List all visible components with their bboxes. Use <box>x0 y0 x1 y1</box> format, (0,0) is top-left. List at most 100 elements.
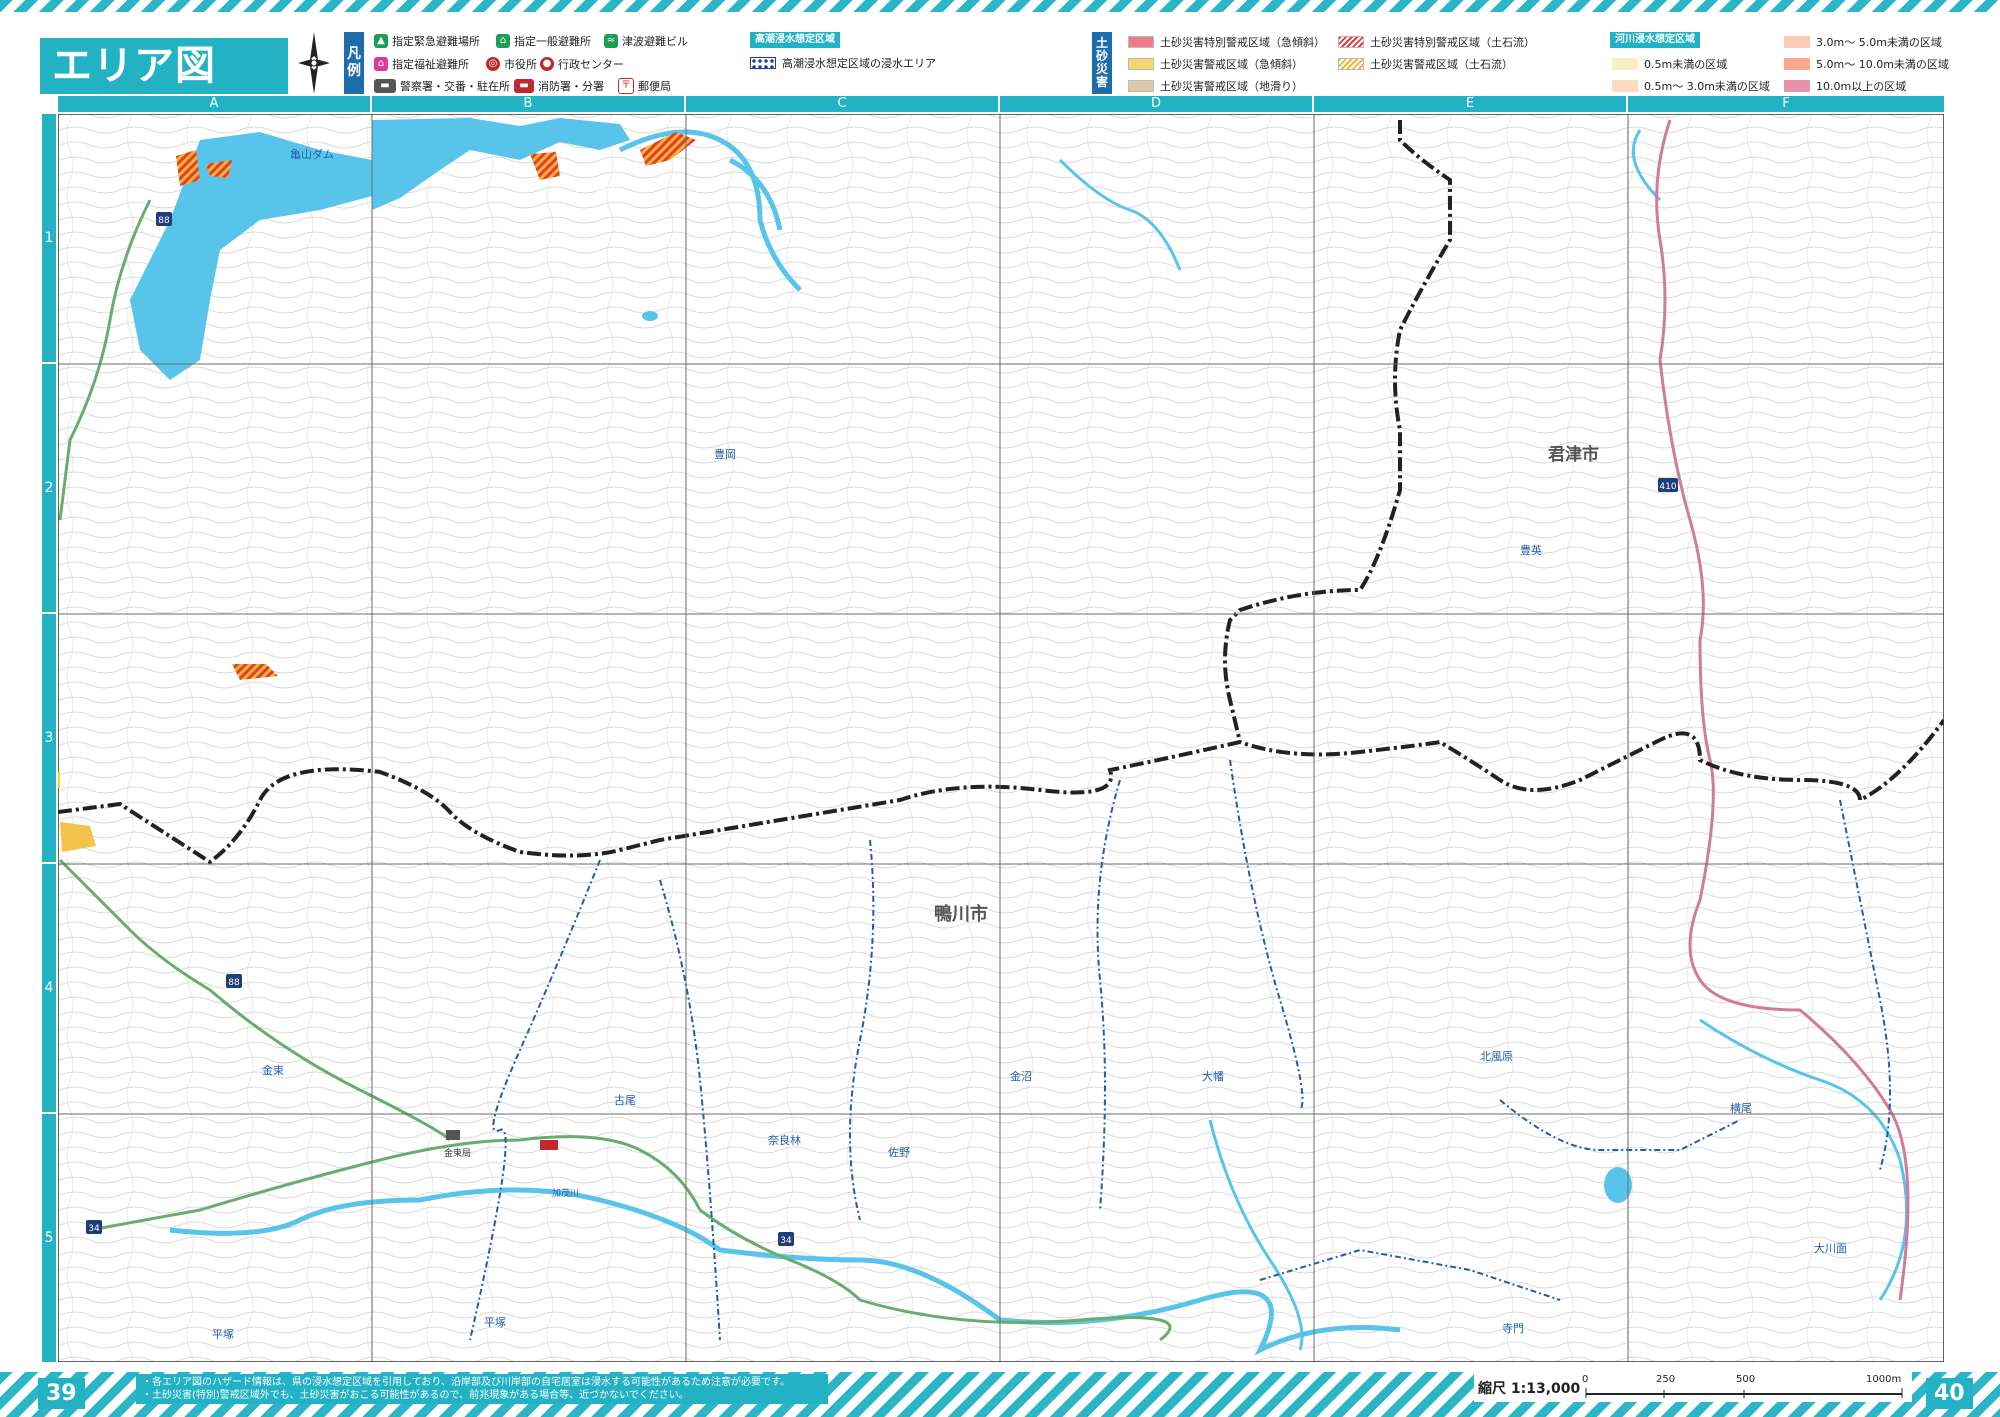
fire-station-icon: ▬ <box>514 79 534 93</box>
legend-flood-05-3: 0.5m～ 3.0m未満の区域 <box>1612 78 1770 94</box>
flood-5-10-swatch <box>1784 58 1810 70</box>
legend-landslide-special-steep: 土砂災害特別警戒区域（急傾斜） <box>1128 34 1325 50</box>
grid-column-d: D <box>1000 96 1314 112</box>
landslide-zone-a1 <box>176 150 200 186</box>
legend-label: 凡例 <box>344 32 364 94</box>
label-dam: 亀山ダム <box>290 147 334 161</box>
svg-text:34: 34 <box>88 1224 100 1234</box>
legend-emergency-shelter: ▲ 指定緊急避難場所 <box>374 33 480 49</box>
label-toyooka: 豊岡 <box>714 448 736 461</box>
flood-over-10-swatch <box>1784 80 1810 92</box>
page-number-left: 39 <box>38 1378 85 1409</box>
police-icon: ▬ <box>374 79 396 93</box>
legend-flood-3-5: 3.0m～ 5.0m未満の区域 <box>1784 34 1942 50</box>
legend-city-hall: ◎ 市役所 <box>486 56 537 72</box>
legend-general-shelter: ⌂ 指定一般避難所 <box>496 33 591 49</box>
general-shelter-icon: ⌂ <box>496 34 510 48</box>
grid-column-c: C <box>686 96 1000 112</box>
scale-tick-0: 0 <box>1582 1374 1589 1385</box>
scale-label: 縮尺 1:13,000 <box>1478 1381 1581 1397</box>
legend-flood-under-05: 0.5m未満の区域 <box>1612 56 1727 72</box>
page-number-right: 40 <box>1926 1378 1973 1409</box>
legend-police: ▬ 警察署・交番・駐在所 <box>374 78 510 94</box>
grid-column-e: E <box>1314 96 1628 112</box>
route-shield-88-south: 88 <box>226 974 242 988</box>
emergency-shelter-icon: ▲ <box>374 34 388 48</box>
label-yokoo: 横尾 <box>1730 1101 1752 1115</box>
label-furuo: 古尾 <box>614 1094 636 1107</box>
grid-column-a: A <box>58 96 372 112</box>
post-office-icon: 〒 <box>618 78 634 94</box>
grid-row-4: 4 <box>42 864 56 1114</box>
landslide-special-debris-swatch <box>1338 36 1364 48</box>
legend-landslide-slip: 土砂災害警戒区域（地滑り） <box>1128 78 1303 94</box>
legend-storm-surge-area: 高潮浸水想定区域の浸水エリア <box>750 55 936 71</box>
storm-surge-swatch <box>750 57 776 69</box>
flood-under-05-swatch <box>1612 58 1638 70</box>
route-shield-34-west: 34 <box>86 1220 102 1234</box>
post-office-icon[interactable] <box>446 1130 460 1140</box>
grid-row-5: 5 <box>42 1114 56 1362</box>
legend-landslide-steep: 土砂災害警戒区域（急傾斜） <box>1128 56 1303 72</box>
tsunami-building-icon: ≈ <box>604 34 618 48</box>
label-toyohide: 豊英 <box>1520 543 1542 557</box>
scale-tick-250: 250 <box>1656 1374 1676 1385</box>
svg-text:34: 34 <box>780 1236 792 1246</box>
legend-flood-5-10: 5.0m～ 10.0m未満の区域 <box>1784 56 1949 72</box>
label-hiratsuka-a: 平塚 <box>212 1328 234 1341</box>
label-hiratsuka-b: 平塚 <box>484 1316 506 1329</box>
admin-center-icon: ● <box>540 57 554 71</box>
svg-text:410: 410 <box>1659 482 1676 492</box>
flood-05-3-swatch <box>1612 80 1638 92</box>
landslide-special-steep-swatch <box>1128 36 1154 48</box>
legend-post-office: 〒郵便局 <box>618 78 671 94</box>
legend-landslide-special-debris: 土砂災害特別警戒区域（土石流） <box>1338 34 1535 50</box>
footer-note-2: ・土砂災害(特別)警戒区域外でも、土砂災害がおこる可能性があるので、前兆現象があ… <box>142 1390 689 1401</box>
hazard-map[interactable]: 88 88 410 34 34 亀山ダム 湊川 豊岡 豊英 金束 古尾 奈良林 … <box>58 114 1944 1362</box>
route-shield-34-east: 34 <box>778 1232 794 1246</box>
label-narabayashi: 奈良林 <box>768 1133 801 1147</box>
pond-small <box>642 311 658 321</box>
grid-row-1: 1 <box>42 114 56 364</box>
north-compass-icon <box>298 32 330 94</box>
label-kamogawa-river: 加茂川 <box>552 1187 579 1199</box>
label-kamogawa-city: 鴨川市 <box>934 903 988 925</box>
legend-admin-center: ● 行政センター <box>540 56 624 72</box>
landslide-steep-swatch <box>1128 58 1154 70</box>
landslide-legend-label: 土砂災害 <box>1092 32 1112 94</box>
label-post: 金束局 <box>444 1147 471 1159</box>
svg-text:88: 88 <box>228 978 240 988</box>
label-kanenuma: 金沼 <box>1010 1069 1032 1083</box>
route-shield-88-north: 88 <box>156 212 172 226</box>
scale-bar: 縮尺 1:13,000 0 250 500 1000m <box>1474 1372 1912 1402</box>
legend-tsunami-building: ≈ 津波避難ビル <box>604 33 688 49</box>
welfare-shelter-icon: ⌂ <box>374 57 388 71</box>
scale-tick-500: 500 <box>1736 1374 1756 1385</box>
label-minato-river: 湊川 <box>596 179 624 196</box>
page-title: エリア図 13 <box>40 38 288 145</box>
label-kitakazahara: 北風原 <box>1480 1050 1513 1063</box>
label-kaneho: 金束 <box>262 1063 284 1077</box>
label-okawamo: 大川面 <box>1814 1241 1847 1255</box>
storm-surge-title: 高潮浸水想定区域 <box>750 32 840 48</box>
legend-fire-station: ▬ 消防署・分署 <box>514 78 604 94</box>
landslide-slip-swatch <box>1128 80 1154 92</box>
city-hall-icon: ◎ <box>486 57 500 71</box>
grid-column-f: F <box>1628 96 1944 112</box>
legend-flood-over-10: 10.0m以上の区域 <box>1784 78 1906 94</box>
fire-station-icon[interactable] <box>540 1140 558 1150</box>
grid-row-2: 2 <box>42 364 56 614</box>
scale-tick-1000: 1000m <box>1866 1374 1902 1385</box>
label-sano: 佐野 <box>888 1145 910 1159</box>
grid-row-3: 3 <box>42 614 56 864</box>
label-kimitsu-city: 君津市 <box>1548 444 1599 465</box>
footer-note-1: ・各エリア図のハザード情報は、県の浸水想定区域を引用しており、沿岸部及び川岸部の… <box>142 1377 790 1388</box>
landslide-debris-swatch <box>1338 58 1364 70</box>
edge-marker-left-3: 12 <box>58 772 60 788</box>
legend-welfare-shelter: ⌂ 指定福祉避難所 <box>374 56 469 72</box>
legend-landslide-debris: 土砂災害警戒区域（土石流） <box>1338 56 1513 72</box>
flood-3-5-swatch <box>1784 36 1810 48</box>
grid-column-b: B <box>372 96 686 112</box>
label-ohashi: 大幡 <box>1202 1069 1224 1083</box>
label-teramon: 寺門 <box>1502 1322 1524 1335</box>
